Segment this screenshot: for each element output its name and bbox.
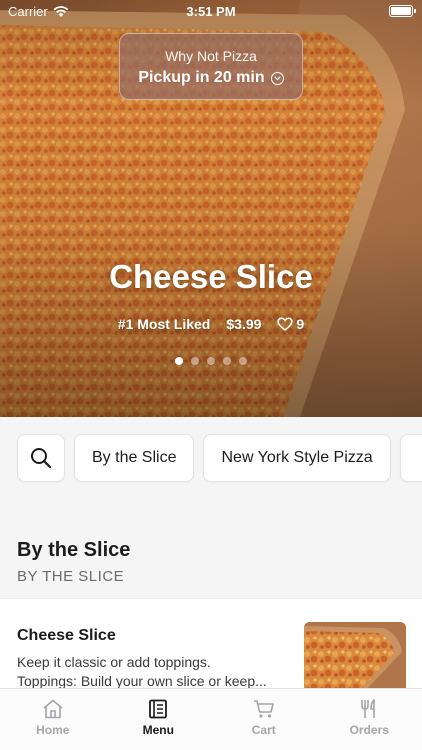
tab-cart-label: Cart [251, 723, 276, 737]
menu-item-card[interactable]: Cheese Slice Keep it classic or add topp… [0, 598, 422, 693]
tab-cart[interactable]: Cart [211, 689, 317, 750]
section-title: By the Slice [17, 539, 131, 561]
menu-item-desc-line1: Keep it classic or add toppings. [17, 654, 211, 670]
carousel-dot[interactable] [191, 357, 199, 365]
tab-orders-label: Orders [349, 723, 389, 737]
store-name: Why Not Pizza [165, 48, 257, 64]
carousel-dot[interactable] [207, 357, 215, 365]
menu-item-image [304, 622, 406, 692]
carousel-dot[interactable] [175, 357, 183, 365]
pickup-time: Pickup in 20 min [120, 69, 302, 87]
hero-banner[interactable]: Carrier 3:51 PM Why Not Pizza Pickup in … [0, 0, 422, 417]
cart-icon [253, 700, 274, 718]
tab-bar: Home Menu Cart Orders [0, 688, 422, 750]
tab-menu-label: Menu [142, 723, 174, 737]
battery-icon [389, 5, 416, 17]
section-subtitle: BY THE SLICE [17, 568, 125, 585]
home-icon [43, 699, 63, 719]
carousel-dot[interactable] [223, 357, 231, 365]
rank-label: #1 Most Liked [117, 316, 211, 332]
fork-knife-icon [361, 699, 376, 718]
status-bar: Carrier 3:51 PM [0, 0, 422, 24]
menu-icon [149, 699, 168, 719]
pickup-label: Pickup in 20 min [138, 69, 265, 86]
tab-home[interactable]: Home [0, 689, 106, 750]
category-chip-new-york-style-pizza[interactable]: New York Style Pizza [203, 434, 391, 482]
chevron-down-icon [270, 71, 284, 85]
app-screen: Carrier 3:51 PM Why Not Pizza Pickup in … [0, 0, 422, 750]
category-bar: By the Slice New York Style Pizza [17, 434, 422, 482]
heart-icon [277, 317, 294, 331]
menu-item-description: Keep it classic or add toppings. Topping… [17, 653, 292, 691]
tab-menu[interactable]: Menu [106, 689, 212, 750]
tab-orders[interactable]: Orders [317, 689, 422, 750]
hero-meta: #1 Most Liked $3.99 9 [0, 316, 422, 332]
tab-home-label: Home [36, 723, 70, 737]
hero-title: Cheese Slice [109, 258, 313, 295]
likes-count: 9 [296, 316, 305, 332]
category-chip-by-the-slice[interactable]: By the Slice [74, 434, 195, 482]
carousel-dots[interactable] [0, 357, 422, 365]
category-chip-more[interactable] [399, 434, 422, 482]
likes[interactable]: 9 [277, 316, 304, 332]
store-pickup-selector[interactable]: Why Not Pizza Pickup in 20 min [119, 33, 303, 100]
search-icon [31, 448, 52, 469]
menu-item-name: Cheese Slice [17, 627, 116, 644]
clock: 3:51 PM [186, 4, 236, 19]
search-button[interactable] [17, 434, 65, 482]
carousel-dot[interactable] [239, 357, 247, 365]
price-label: $3.99 [226, 316, 262, 332]
